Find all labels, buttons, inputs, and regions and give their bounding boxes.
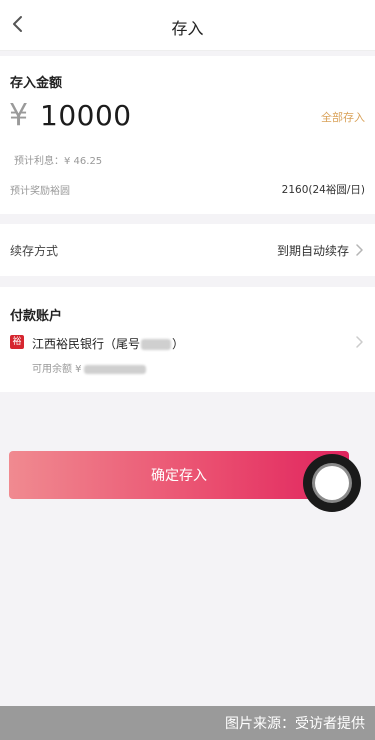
reward-label: 预计奖励裕圆 [10,186,70,197]
deposit-amount-title: 存入金额 [10,76,63,91]
estimated-interest: 预计利息：¥ 46.25 [14,156,103,167]
renewal-method-row[interactable]: 续存方式 到期自动续存 [0,224,375,276]
renewal-value: 到期自动续存 [276,244,349,258]
image-source-caption: 图片来源：受访者提供 [0,706,375,740]
deposit-all-button[interactable]: 全部存入 [321,109,365,125]
page-title: 存入 [171,19,204,38]
bank-name-close: ） [172,337,185,351]
deposit-amount-card: 存入金额 ¥ 10000 全部存入 预计利息：¥ 46.25 预计奖励裕圆 21… [0,56,375,214]
confirm-deposit-button[interactable]: 确定存入 [9,451,349,499]
masked-account-tail [141,339,172,350]
available-balance: 可用余额 ¥ [32,360,146,375]
bank-logo-icon: 裕 [10,335,24,349]
payment-account-title: 付款账户 [10,309,63,324]
payment-account-card[interactable]: 付款账户 裕 江西裕民银行（尾号 ） 可用余额 ¥ [0,287,375,392]
chevron-right-icon [356,244,363,256]
chevron-right-icon [356,336,363,348]
bank-name: 江西裕民银行（尾号 ） [32,335,184,352]
reward-value: 2160(24裕圆/日) [281,184,365,196]
touch-indicator [303,454,361,512]
nav-bar: 存入 [0,0,375,51]
currency-symbol: ¥ [9,98,29,133]
renewal-label: 续存方式 [10,244,59,258]
masked-balance [83,364,146,374]
amount-input[interactable]: 10000 [40,99,132,132]
bank-name-text: 江西裕民银行（尾号 [32,337,141,351]
balance-label: 可用余额 ¥ [32,364,82,375]
touch-indicator-dot [315,466,349,500]
